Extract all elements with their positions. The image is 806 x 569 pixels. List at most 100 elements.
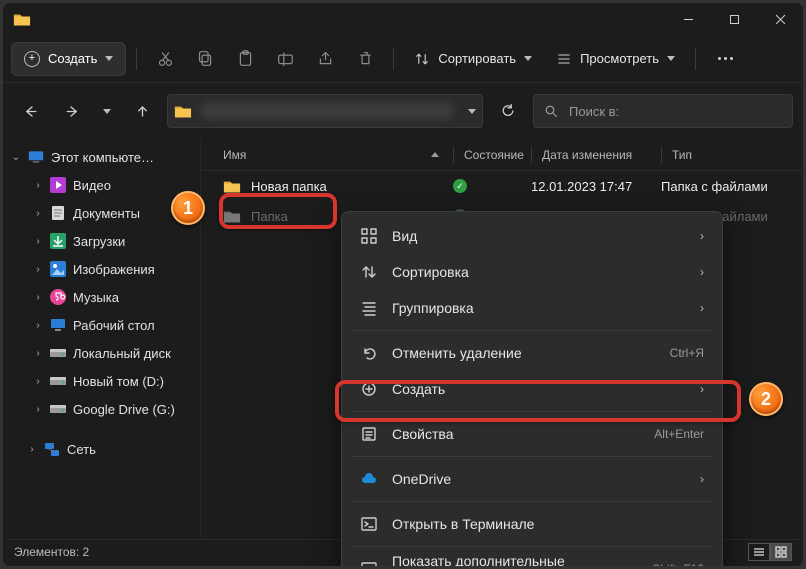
share-button[interactable] — [307, 42, 343, 76]
chevron-down-icon[interactable] — [468, 109, 476, 114]
folder-icon — [223, 179, 241, 193]
tree-item-volume-d[interactable]: ›Новый том (D:) — [3, 367, 200, 395]
chevron-down-icon[interactable]: ⌄ — [11, 152, 21, 163]
search-icon — [544, 104, 559, 119]
properties-icon — [360, 426, 378, 442]
ctx-terminal[interactable]: Открыть в Терминале — [342, 506, 722, 542]
chevron-right-icon[interactable]: › — [27, 444, 37, 455]
navigation-bar: Поиск в: — [3, 83, 803, 139]
view-mode-toggle — [748, 543, 792, 561]
ctx-create[interactable]: Создать› — [342, 371, 722, 407]
network-icon — [43, 441, 61, 457]
context-menu: Вид› Сортировка› Группировка› Отменить у… — [341, 211, 723, 569]
pc-icon — [27, 149, 45, 165]
column-date[interactable]: Дата изменения — [531, 147, 661, 163]
chevron-right-icon[interactable]: › — [33, 236, 43, 247]
details-view-button[interactable] — [748, 543, 770, 561]
paste-button[interactable] — [227, 42, 263, 76]
ctx-group[interactable]: Группировка› — [342, 290, 722, 326]
file-type: Папка с файлами — [661, 179, 803, 194]
search-input[interactable]: Поиск в: — [533, 94, 793, 128]
separator — [695, 48, 696, 70]
chevron-right-icon: › — [700, 472, 704, 486]
ctx-view[interactable]: Вид› — [342, 218, 722, 254]
menu-separator — [352, 456, 712, 457]
up-button[interactable] — [125, 94, 159, 128]
chevron-right-icon[interactable]: › — [33, 404, 43, 415]
menu-separator — [352, 411, 712, 412]
icons-view-button[interactable] — [770, 543, 792, 561]
tree-network[interactable]: ›Сеть — [3, 435, 200, 463]
download-icon — [49, 233, 67, 249]
separator — [136, 48, 137, 70]
navigation-pane: ⌄ Этот компьюте… ›Видео ›Документы ›Загр… — [3, 139, 201, 542]
tree-item-local-disk[interactable]: ›Локальный диск — [3, 339, 200, 367]
tree-item-google-drive[interactable]: ›Google Drive (G:) — [3, 395, 200, 423]
ctx-onedrive[interactable]: OneDrive› — [342, 461, 722, 497]
terminal-icon — [360, 516, 378, 532]
column-name[interactable]: Имя — [201, 148, 453, 162]
chevron-right-icon: › — [700, 301, 704, 315]
chevron-right-icon[interactable]: › — [33, 292, 43, 303]
back-button[interactable] — [13, 94, 47, 128]
refresh-button[interactable] — [491, 94, 525, 128]
tree-item-documents[interactable]: ›Документы — [3, 199, 200, 227]
shortcut-hint: Shift+F10 — [652, 562, 704, 569]
view-button[interactable]: Просмотреть — [546, 42, 685, 76]
chevron-down-icon — [103, 109, 111, 114]
cut-button[interactable] — [147, 42, 183, 76]
chevron-right-icon[interactable]: › — [33, 376, 43, 387]
file-row[interactable]: Новая папка ✓ 12.01.2023 17:47 Папка с ф… — [201, 171, 803, 201]
folder-icon — [174, 104, 192, 118]
status-items-label: Элементов: — [14, 545, 79, 559]
chevron-right-icon[interactable]: › — [33, 320, 43, 331]
undo-icon — [360, 345, 378, 361]
tree-item-pictures[interactable]: ›Изображения — [3, 255, 200, 283]
tree-this-pc[interactable]: ⌄ Этот компьюте… — [3, 143, 200, 171]
chevron-right-icon[interactable]: › — [33, 348, 43, 359]
file-date: 12.01.2023 17:47 — [531, 179, 661, 194]
sort-ascending-icon — [431, 152, 439, 157]
tree-item-downloads[interactable]: ›Загрузки — [3, 227, 200, 255]
recent-locations-button[interactable] — [97, 94, 117, 128]
window-controls — [665, 3, 803, 35]
rename-button[interactable] — [267, 42, 303, 76]
desktop-icon — [49, 317, 67, 333]
tree-item-desktop[interactable]: ›Рабочий стол — [3, 311, 200, 339]
copy-button[interactable] — [187, 42, 223, 76]
folder-icon — [223, 209, 241, 223]
ctx-undo-delete[interactable]: Отменить удалениеCtrl+Я — [342, 335, 722, 371]
more-button[interactable] — [706, 57, 745, 60]
chevron-right-icon: › — [700, 265, 704, 279]
maximize-button[interactable] — [711, 3, 757, 35]
chevron-right-icon[interactable]: › — [33, 208, 43, 219]
chevron-down-icon — [105, 56, 113, 61]
plus-circle-icon — [360, 381, 378, 397]
minimize-button[interactable] — [665, 3, 711, 35]
onedrive-icon — [360, 471, 378, 487]
column-state[interactable]: Состояние — [453, 147, 531, 163]
ctx-properties[interactable]: СвойстваAlt+Enter — [342, 416, 722, 452]
sort-button[interactable]: Сортировать — [404, 42, 542, 76]
more-options-icon — [360, 561, 378, 569]
drive-icon — [49, 401, 67, 417]
ctx-more-options[interactable]: Показать дополнительные параметрыShift+F… — [342, 551, 722, 569]
column-headers: Имя Состояние Дата изменения Тип — [201, 139, 803, 171]
menu-separator — [352, 330, 712, 331]
close-button[interactable] — [757, 3, 803, 35]
delete-button[interactable] — [347, 42, 383, 76]
ctx-sort[interactable]: Сортировка› — [342, 254, 722, 290]
forward-button[interactable] — [55, 94, 89, 128]
column-type[interactable]: Тип — [661, 147, 803, 163]
search-placeholder: Поиск в: — [569, 104, 619, 119]
drive-icon — [49, 373, 67, 389]
tree-item-videos[interactable]: ›Видео — [3, 171, 200, 199]
menu-separator — [352, 546, 712, 547]
music-icon — [49, 289, 67, 305]
address-bar[interactable] — [167, 94, 483, 128]
new-button[interactable]: + Создать — [11, 42, 126, 76]
chevron-right-icon[interactable]: › — [33, 180, 43, 191]
chevron-right-icon[interactable]: › — [33, 264, 43, 275]
menu-separator — [352, 501, 712, 502]
tree-item-music[interactable]: ›Музыка — [3, 283, 200, 311]
